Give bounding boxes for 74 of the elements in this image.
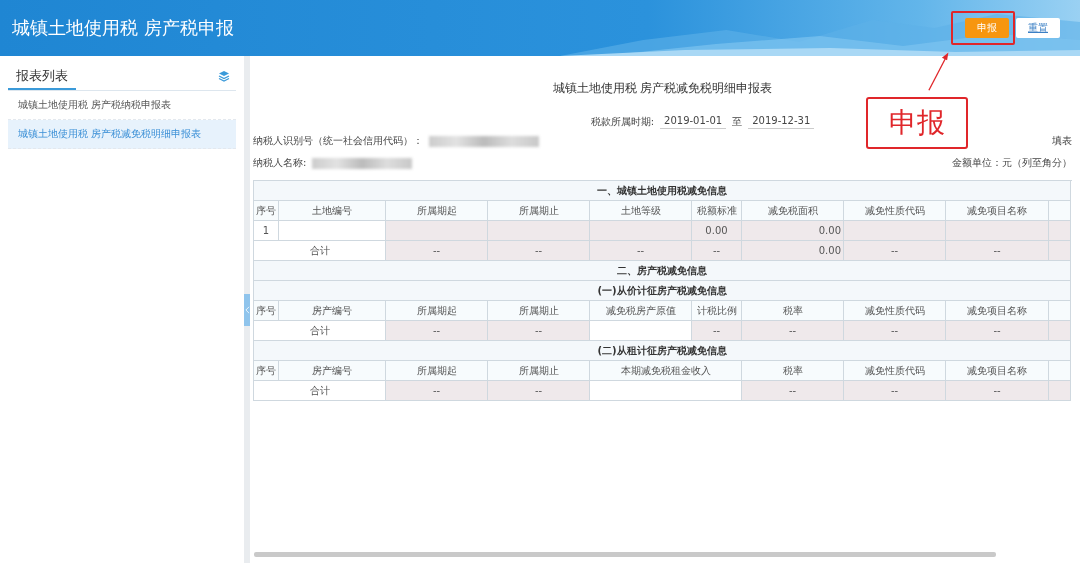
column-header: 税率 [742, 301, 844, 321]
table-cell: -- [946, 381, 1049, 401]
column-header: 减免项目名称 [946, 301, 1049, 321]
reset-button[interactable]: 重置 [1016, 18, 1060, 38]
column-header: 所属期起 [386, 361, 488, 381]
table-cell: -- [692, 321, 742, 341]
form-title: 城镇土地使用税 房产税减免税明细申报表 [551, 80, 774, 96]
column-header: 房产编号 [279, 361, 386, 381]
column-header: 税额标准 [692, 201, 742, 221]
column-header: 土地等级 [590, 201, 692, 221]
section-heading: 二、房产税减免信息 [254, 261, 1071, 281]
column-header: 所属期起 [386, 201, 488, 221]
table-cell: 0.00 [742, 221, 844, 241]
column-header: 减免性质代码 [844, 301, 946, 321]
unit-label: 金额单位：元（列至角分） [952, 156, 1072, 170]
page-title: 城镇土地使用税 房产税申报 [12, 16, 234, 40]
column-header: 减免项目名称 [946, 361, 1049, 381]
table-cell: 合计 [254, 321, 386, 341]
table-cell: -- [844, 241, 946, 261]
column-header: 减免税房产原值 [590, 301, 692, 321]
period-separator: 至 [732, 115, 743, 129]
section-heading: 一、城镇土地使用税减免信息 [254, 181, 1071, 201]
date-field[interactable]: 2019-12-31 [748, 115, 815, 129]
column-header: 减免性质代码 [844, 201, 946, 221]
fill-label: 填表 [1052, 134, 1072, 148]
column-header: 税率 [742, 361, 844, 381]
table-cell: -- [844, 381, 946, 401]
column-header: 计税比例 [692, 301, 742, 321]
table-cell: -- [488, 381, 590, 401]
table-cell: -- [488, 321, 590, 341]
highlight-frame [951, 11, 1015, 45]
table-cell: 1 [254, 221, 279, 241]
column-header: 本期减免税租金收入 [590, 361, 742, 381]
column-header: 土地编号 [279, 201, 386, 221]
column-header: 序号 [254, 201, 279, 221]
column-header [1049, 361, 1071, 381]
table-cell: -- [844, 321, 946, 341]
table-cell: -- [386, 321, 488, 341]
column-header: 序号 [254, 301, 279, 321]
column-header: 序号 [254, 361, 279, 381]
scrollbar[interactable] [254, 552, 996, 557]
callout-label: 申报 [866, 97, 968, 149]
table-cell: -- [742, 321, 844, 341]
taxpayer-name-label: 纳税人名称: [253, 156, 307, 170]
sidebar-title: 报表列表 [8, 62, 76, 90]
table-cell: -- [946, 321, 1049, 341]
table-cell: -- [386, 381, 488, 401]
column-header [1049, 201, 1071, 221]
column-header: 所属期起 [386, 301, 488, 321]
table-cell: -- [692, 241, 742, 261]
table-cell: 合计 [254, 381, 386, 401]
table-cell: 合计 [254, 241, 386, 261]
period-label: 税款所属时期: [590, 115, 655, 129]
table-cell: 0.00 [742, 241, 844, 261]
column-header: 所属期止 [488, 301, 590, 321]
table-cell: 0.00 [692, 221, 742, 241]
table-cell: -- [946, 241, 1049, 261]
section-heading: (一)从价计征房产税减免信息 [254, 281, 1071, 301]
table-cell: -- [742, 381, 844, 401]
layers-icon[interactable] [218, 70, 231, 82]
section-heading: (二)从租计征房产税减免信息 [254, 341, 1071, 361]
table-cell: -- [590, 241, 692, 261]
column-header: 减免项目名称 [946, 201, 1049, 221]
column-header: 减免税面积 [742, 201, 844, 221]
table-cell: -- [386, 241, 488, 261]
column-header: 房产编号 [279, 301, 386, 321]
collapse-handle[interactable] [244, 294, 250, 326]
column-header: 所属期止 [488, 361, 590, 381]
table-cell: -- [488, 241, 590, 261]
column-header [1049, 301, 1071, 321]
taxpayer-id-label: 纳税人识别号（统一社会信用代码）： [253, 134, 423, 148]
column-header: 减免性质代码 [844, 361, 946, 381]
column-header: 所属期止 [488, 201, 590, 221]
date-field[interactable]: 2019-01-01 [660, 115, 727, 129]
